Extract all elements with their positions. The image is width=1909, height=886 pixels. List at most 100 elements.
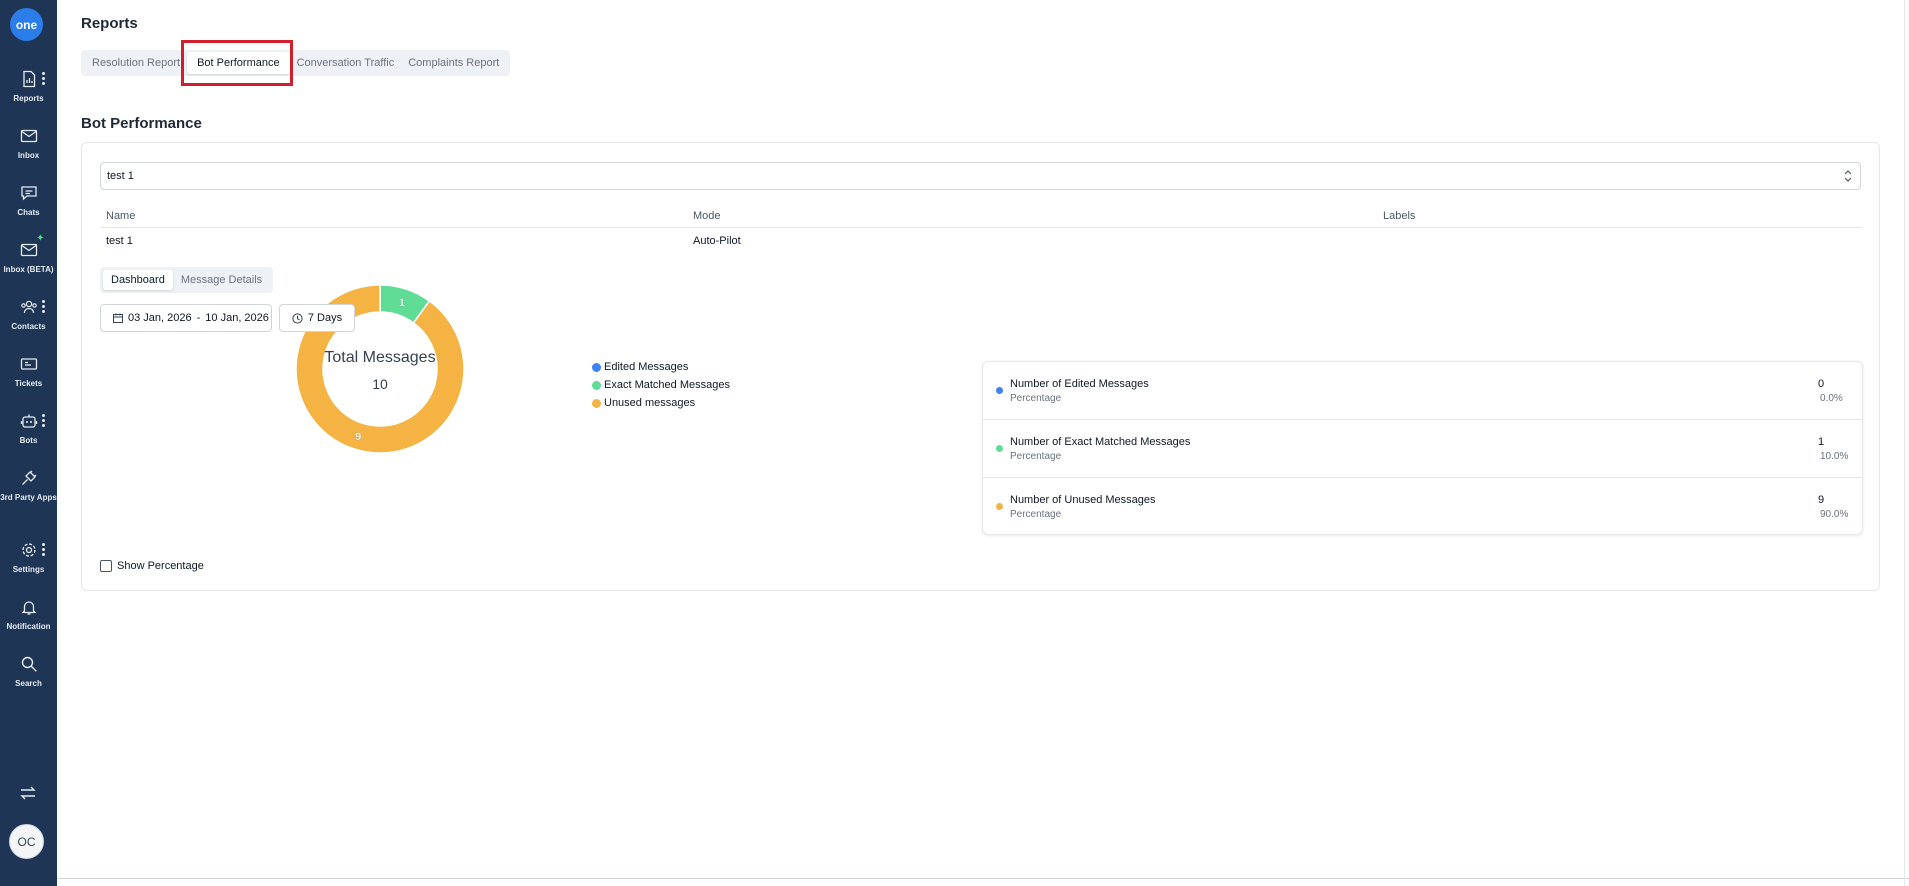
- stat-percentage: 10.0%: [1820, 451, 1849, 462]
- sidebar-item-inbox-beta[interactable]: ✦ Inbox (BETA): [0, 234, 57, 293]
- table-header: Name Mode Labels: [100, 203, 1861, 228]
- stat-percentage: 90.0%: [1820, 509, 1849, 520]
- bottom-divider: [57, 878, 1909, 879]
- date-range-picker[interactable]: 03 Jan, 2026 - 10 Jan, 2026: [100, 304, 272, 332]
- legend-item[interactable]: Edited Messages: [592, 358, 730, 376]
- stat-value: 0: [1818, 378, 1825, 390]
- chart-legend: Edited Messages Exact Matched Messages U…: [592, 358, 730, 412]
- more-options-icon[interactable]: [42, 300, 45, 314]
- bot-select[interactable]: test 1: [100, 162, 1861, 190]
- right-divider: [1904, 0, 1905, 886]
- stat-value: 9: [1818, 494, 1825, 506]
- tab-conversation-traffic[interactable]: Conversation Traffic: [290, 52, 402, 74]
- more-options-icon[interactable]: [42, 543, 45, 557]
- sidebar-item-bots[interactable]: Bots: [0, 412, 57, 464]
- mail-icon: [20, 127, 38, 145]
- avatar[interactable]: OC: [9, 824, 44, 859]
- tab-resolution-report[interactable]: Resolution Report: [85, 52, 187, 74]
- column-header-mode: Mode: [693, 210, 721, 222]
- sidebar-item-notification[interactable]: Notification: [0, 598, 57, 650]
- legend-item[interactable]: Unused messages: [592, 394, 730, 412]
- users-icon: [20, 298, 38, 316]
- sidebar-item-label: Chats: [17, 208, 40, 217]
- swap-arrows-icon[interactable]: [18, 783, 38, 803]
- column-header-name: Name: [106, 210, 136, 222]
- stat-dot: [996, 503, 1003, 510]
- bot-icon: [20, 412, 38, 430]
- show-percentage-checkbox[interactable]: Show Percentage: [100, 560, 204, 572]
- legend-label: Unused messages: [604, 397, 696, 409]
- sidebar-item-tickets[interactable]: Tickets: [0, 355, 57, 407]
- stat-dot: [996, 445, 1003, 452]
- stat-row-unused: Number of Unused Messages Percentage 9 9…: [983, 478, 1862, 536]
- sidebar-item-reports[interactable]: Reports: [0, 70, 57, 122]
- sidebar: one Reports Inbox Chats ✦ Inbox (BETA) C…: [0, 0, 57, 886]
- legend-label: Exact Matched Messages: [604, 379, 730, 391]
- legend-label: Edited Messages: [604, 361, 689, 373]
- page-title: Reports: [81, 15, 138, 32]
- stat-row-edited: Number of Edited Messages Percentage 0 0…: [983, 362, 1862, 420]
- report-file-icon: [20, 70, 38, 88]
- sidebar-item-label: Contacts: [11, 322, 46, 331]
- gear-icon: [20, 541, 38, 559]
- stat-row-exact-matched: Number of Exact Matched Messages Percent…: [983, 420, 1862, 478]
- sidebar-item-label: Reports: [13, 94, 44, 103]
- sidebar-item-inbox[interactable]: Inbox: [0, 127, 57, 179]
- more-options-icon[interactable]: [42, 414, 45, 428]
- legend-item[interactable]: Exact Matched Messages: [592, 376, 730, 394]
- sidebar-item-label: Notification: [6, 622, 51, 631]
- period-select-button[interactable]: 7 Days: [279, 304, 355, 332]
- mail-icon: ✦: [20, 234, 45, 259]
- table-row[interactable]: test 1 Auto-Pilot: [100, 228, 1861, 256]
- cell-mode: Auto-Pilot: [693, 235, 741, 247]
- show-percentage-label: Show Percentage: [117, 560, 204, 572]
- tab-dashboard[interactable]: Dashboard: [103, 270, 173, 290]
- sidebar-item-label: 3rd Party Apps: [0, 493, 57, 502]
- stat-label: Number of Unused Messages: [1010, 494, 1156, 506]
- clock-icon: [292, 312, 303, 324]
- donut-slice-label: 1: [399, 297, 405, 309]
- sidebar-item-label: Inbox: [17, 151, 40, 160]
- stat-label: Number of Edited Messages: [1010, 378, 1149, 390]
- donut-center-value: 10: [372, 376, 388, 392]
- sidebar-item-contacts[interactable]: Contacts: [0, 298, 57, 350]
- report-tabs: Resolution Report Bot Performance Conver…: [81, 50, 511, 76]
- sidebar-item-search[interactable]: Search: [0, 655, 57, 707]
- sidebar-item-3rd-party-apps[interactable]: 3rd Party Apps: [0, 469, 57, 521]
- checkbox-box[interactable]: [100, 560, 112, 572]
- chevron-up-down-icon: [1844, 170, 1852, 182]
- app-logo[interactable]: one: [10, 8, 43, 41]
- section-title: Bot Performance: [81, 115, 202, 132]
- stat-dot: [996, 387, 1003, 394]
- stat-sub: Percentage: [1010, 451, 1062, 462]
- column-header-labels: Labels: [1383, 210, 1416, 222]
- stats-panel: Number of Edited Messages Percentage 0 0…: [982, 361, 1863, 535]
- bot-select-value: test 1: [107, 170, 134, 182]
- sidebar-item-label: Bots: [19, 436, 38, 445]
- legend-dot: [592, 362, 601, 372]
- donut-center-title: Total Messages: [324, 349, 435, 366]
- legend-dot: [592, 380, 601, 390]
- date-separator: -: [196, 312, 201, 324]
- sidebar-item-settings[interactable]: Settings: [0, 541, 57, 593]
- tab-complaints-report[interactable]: Complaints Report: [401, 52, 506, 74]
- sidebar-item-label: Search: [15, 679, 42, 688]
- more-options-icon[interactable]: [42, 72, 45, 86]
- stat-percentage: 0.0%: [1820, 393, 1843, 404]
- bot-performance-card: 1 9 Total Messages 10 test 1 Name Mode Labe…: [81, 142, 1880, 591]
- stat-value: 1: [1818, 436, 1825, 448]
- chat-bubble-icon: [20, 184, 38, 202]
- sidebar-item-chats[interactable]: Chats: [0, 184, 57, 236]
- legend-dot: [592, 398, 601, 408]
- sidebar-item-label: Settings: [12, 565, 45, 574]
- tab-bot-performance[interactable]: Bot Performance: [187, 52, 290, 74]
- main-content: Reports Resolution Report Bot Performanc…: [57, 0, 1909, 886]
- stat-sub: Percentage: [1010, 509, 1062, 520]
- view-tabs: Dashboard Message Details: [100, 267, 274, 293]
- calendar-icon: [113, 313, 123, 323]
- ticket-icon: [20, 355, 38, 373]
- tab-message-details[interactable]: Message Details: [173, 270, 270, 290]
- search-icon: [20, 655, 38, 673]
- stat-label: Number of Exact Matched Messages: [1010, 436, 1191, 448]
- bell-icon: [20, 598, 38, 616]
